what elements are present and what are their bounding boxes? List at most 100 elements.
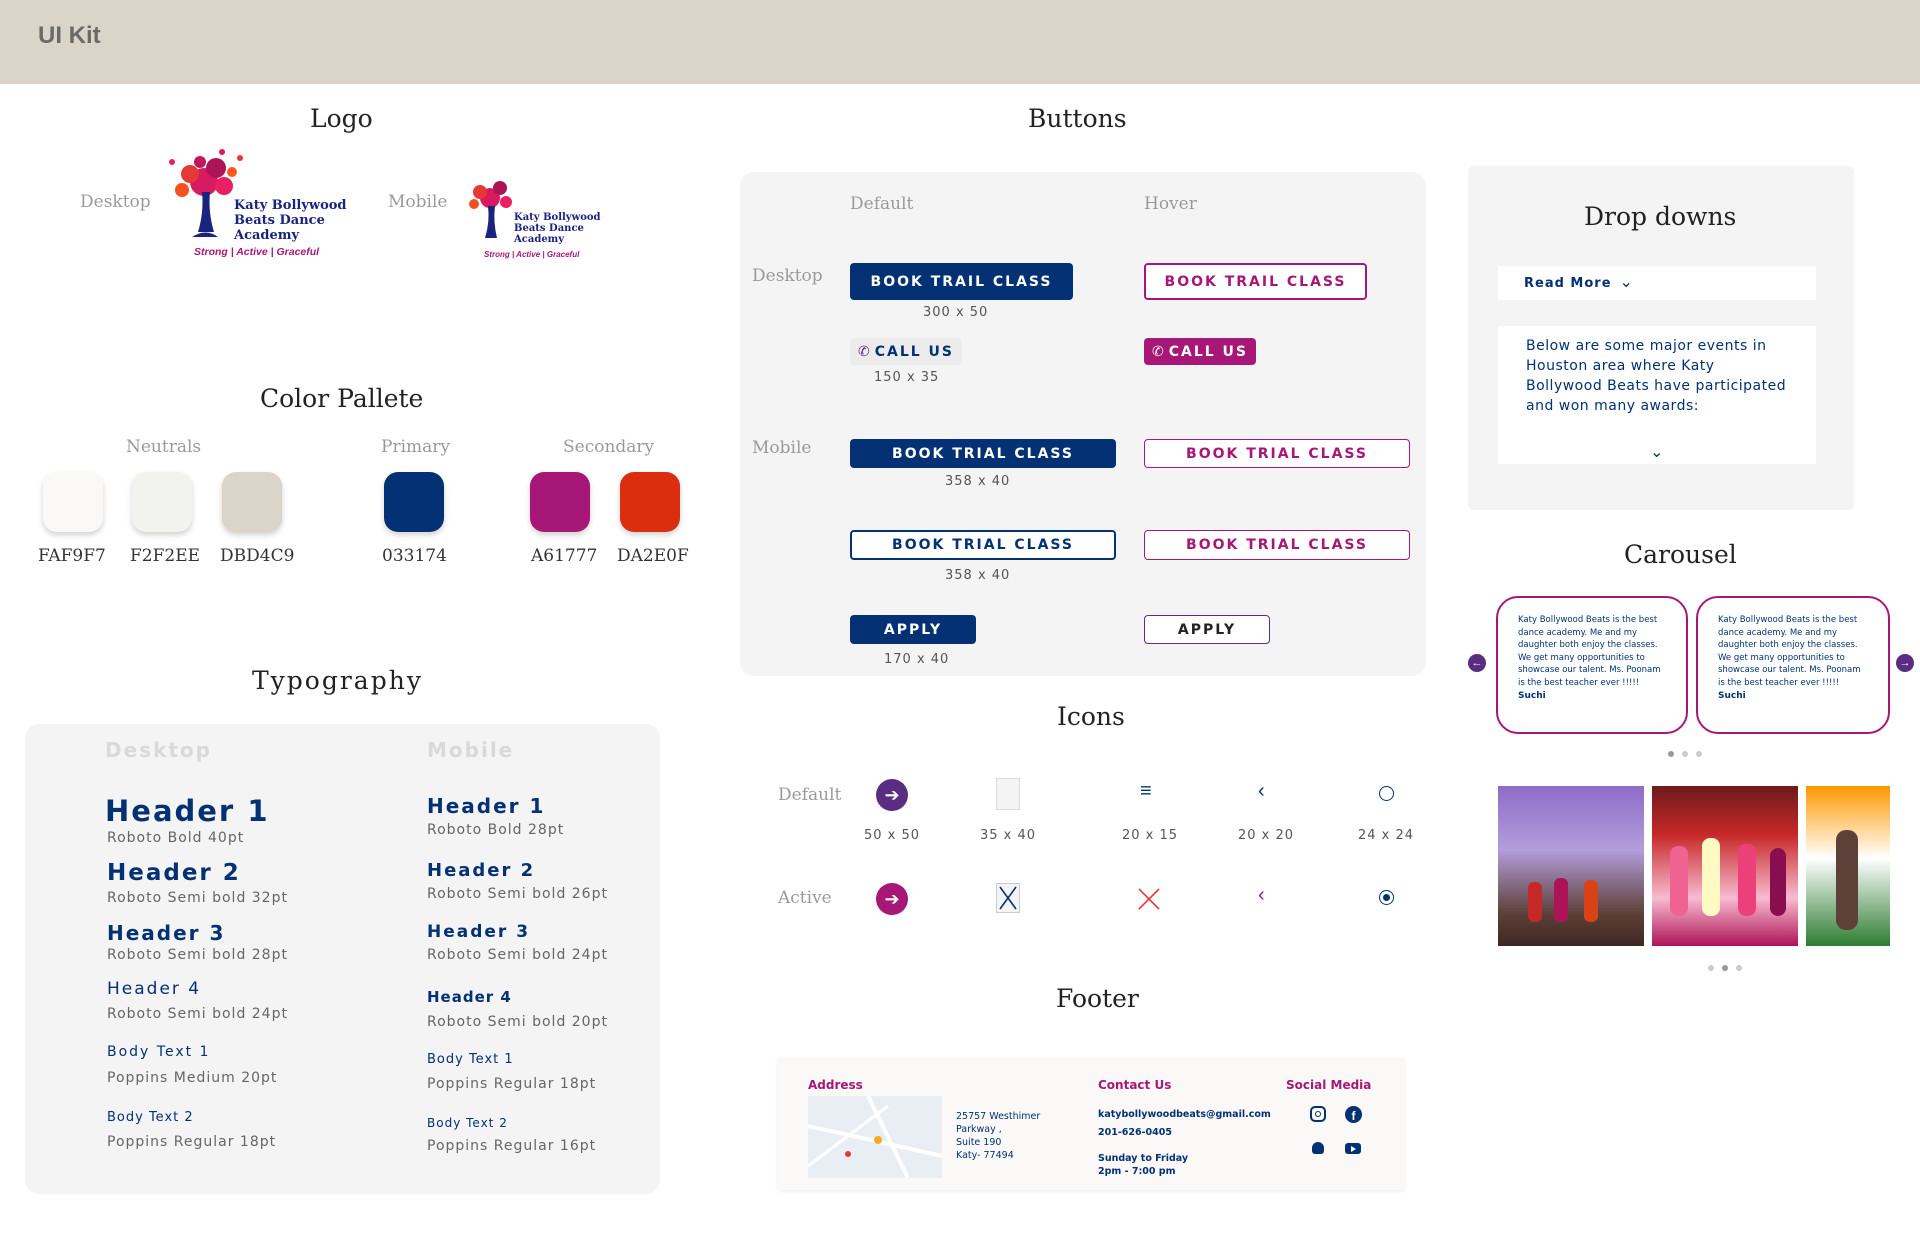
mobile-body-1: Body Text 1	[427, 1052, 514, 1067]
footer-hours-time: 2pm - 7:00 pm	[1098, 1166, 1176, 1177]
book-trial-class-mobile-button[interactable]: BOOK TRIAL CLASS	[850, 439, 1116, 468]
buttons-panel: Default Hover Desktop Mobile BOOK TRAIL …	[740, 172, 1426, 676]
radio-selected-icon[interactable]	[1379, 890, 1394, 905]
apply-hover-button[interactable]: APPLY	[1144, 615, 1270, 644]
mobile-body-2: Body Text 2	[427, 1116, 508, 1130]
arrow-right-icon[interactable]: ➔	[876, 779, 908, 811]
testimonial-text: Katy Bollywood Beats is the best dance a…	[1518, 615, 1661, 688]
chevron-left-icon[interactable]: ‹	[1258, 780, 1265, 803]
hex-faf9f7: FAF9F7	[38, 546, 106, 566]
carousel-dots[interactable]	[1664, 744, 1706, 762]
book-trial-class-mobile-hover-button[interactable]: BOOK TRIAL CLASS	[1144, 439, 1410, 468]
radio-empty-icon[interactable]	[1379, 786, 1394, 801]
logo-desktop-label: Desktop	[80, 192, 151, 212]
phone-icon: ✆	[1151, 343, 1166, 360]
icon-size-20x15: 20 x 15	[1122, 828, 1179, 843]
logo-tagline: Strong | Active | Graceful	[194, 246, 320, 258]
footer-contact-heading: Contact Us	[1098, 1078, 1172, 1092]
read-more-label: Read More	[1524, 275, 1612, 291]
hex-dbd4c9: DBD4C9	[220, 546, 295, 566]
testimonial-text: Katy Bollywood Beats is the best dance a…	[1718, 615, 1861, 688]
book-trail-class-hover-button[interactable]: BOOK TRAIL CLASS	[1144, 263, 1367, 300]
dim-150x35: 150 x 35	[874, 370, 940, 385]
arrow-right-icon[interactable]: →	[1896, 654, 1914, 672]
buttons-mobile-row: Mobile	[752, 438, 812, 458]
gallery-photo-1[interactable]	[1498, 786, 1644, 946]
arrow-left-icon[interactable]: ←	[1468, 654, 1486, 672]
gallery-dots[interactable]	[1704, 958, 1746, 976]
buttons-heading: Buttons	[1028, 104, 1127, 133]
mobile-header-3: Header 3	[427, 922, 531, 942]
buttons-hover-col: Hover	[1144, 194, 1197, 214]
gallery-dot[interactable]	[1708, 965, 1714, 971]
footer-heading: Footer	[1056, 984, 1139, 1013]
desktop-header-4-spec: Roboto Semi bold 24pt	[107, 1006, 288, 1022]
chevron-down-icon[interactable]: ⌄	[1650, 442, 1663, 462]
snapchat-icon[interactable]	[1312, 1142, 1324, 1154]
dim-170x40: 170 x 40	[884, 652, 950, 667]
desktop-header-3: Header 3	[107, 921, 226, 945]
footer-email[interactable]: katybollywoodbeats@gmail.com	[1098, 1108, 1271, 1121]
typography-heading: Typography	[252, 666, 423, 695]
call-us-button[interactable]: ✆ CALL US	[850, 338, 962, 365]
testimonial-author: Suchi	[1518, 691, 1546, 701]
arrow-right-active-icon[interactable]: ➔	[876, 883, 908, 915]
book-trial-class-outline-button[interactable]: BOOK TRIAL CLASS	[850, 530, 1116, 560]
carousel-dot[interactable]	[1696, 751, 1702, 757]
palette-secondary-label: Secondary	[563, 437, 655, 457]
dim-358x40-a: 358 x 40	[945, 474, 1011, 489]
footer-phone[interactable]: 201-626-0405	[1098, 1126, 1172, 1139]
gallery-photo-2[interactable]	[1652, 786, 1798, 946]
desktop-body-2-spec: Poppins Regular 18pt	[107, 1134, 277, 1150]
youtube-icon[interactable]	[1345, 1143, 1361, 1154]
icons-heading: Icons	[1057, 702, 1125, 731]
gallery-photo-3[interactable]	[1806, 786, 1890, 946]
desktop-header-2: Header 2	[107, 860, 241, 886]
mobile-header-4-spec: Roboto Semi bold 20pt	[427, 1014, 608, 1030]
footer-address-text: 25757 Westhimer Parkway , Suite 190 Katy…	[956, 1111, 1041, 1161]
footer-hours-days: Sunday to Friday	[1098, 1153, 1189, 1164]
top-bar: UI Kit	[0, 0, 1920, 84]
palette-primary-label: Primary	[381, 437, 450, 457]
swatch-a61777	[530, 472, 590, 532]
icons-default-row: Default	[778, 785, 842, 805]
logo-mobile-brand-text: Katy Bollywood Beats Dance Academy	[514, 212, 601, 245]
mobile-body-2-spec: Poppins Regular 16pt	[427, 1138, 597, 1154]
map-thumbnail[interactable]	[808, 1096, 942, 1178]
swatch-033174	[384, 472, 444, 532]
carousel-dot[interactable]	[1668, 751, 1674, 757]
book-trial-class-outline-hover-button[interactable]: BOOK TRIAL CLASS	[1144, 530, 1410, 560]
call-us-hover-button[interactable]: ✆ CALL US	[1144, 338, 1256, 365]
dim-358x40-b: 358 x 40	[945, 568, 1011, 583]
close-box-icon[interactable]	[996, 883, 1020, 913]
apply-button[interactable]: APPLY	[850, 615, 976, 644]
icons-active-row: Active	[778, 888, 832, 908]
carousel-dot[interactable]	[1682, 751, 1688, 757]
chevron-left-active-icon[interactable]: ‹	[1258, 884, 1265, 907]
hex-f2f2ee: F2F2EE	[130, 546, 201, 566]
desktop-body-1-spec: Poppins Medium 20pt	[107, 1070, 278, 1086]
close-active-icon[interactable]	[1137, 887, 1161, 916]
dropdown-expanded-panel: Below are some major events in Houston a…	[1498, 326, 1816, 464]
hamburger-icon[interactable]: ≡	[1140, 780, 1152, 803]
gallery-dot[interactable]	[1722, 965, 1728, 971]
desktop-header-3-spec: Roboto Semi bold 28pt	[107, 947, 288, 963]
palette-heading: Color Pallete	[260, 384, 424, 413]
icon-size-50x50: 50 x 50	[864, 828, 921, 843]
book-trail-class-button[interactable]: BOOK TRAIL CLASS	[850, 263, 1073, 300]
testimonial-card-2[interactable]: Katy Bollywood Beats is the best dance a…	[1696, 596, 1890, 734]
typography-mobile-label: Mobile	[427, 738, 515, 762]
instagram-icon[interactable]	[1310, 1106, 1326, 1122]
icon-size-20x20: 20 x 20	[1238, 828, 1295, 843]
testimonial-author: Suchi	[1718, 691, 1746, 701]
facebook-icon[interactable]: f	[1345, 1106, 1362, 1123]
logo-heading: Logo	[310, 104, 373, 133]
hex-033174: 033174	[382, 546, 447, 566]
footer-preview: Address 25757 Westhimer Parkway , Suite …	[778, 1058, 1404, 1190]
read-more-dropdown[interactable]: Read More ⌄	[1498, 266, 1816, 300]
gallery-dot[interactable]	[1736, 965, 1742, 971]
page-title: UI Kit	[38, 22, 101, 49]
menu-box-icon[interactable]	[996, 778, 1020, 810]
testimonial-card-1[interactable]: Katy Bollywood Beats is the best dance a…	[1496, 596, 1688, 734]
logo-mobile-label: Mobile	[388, 192, 448, 212]
